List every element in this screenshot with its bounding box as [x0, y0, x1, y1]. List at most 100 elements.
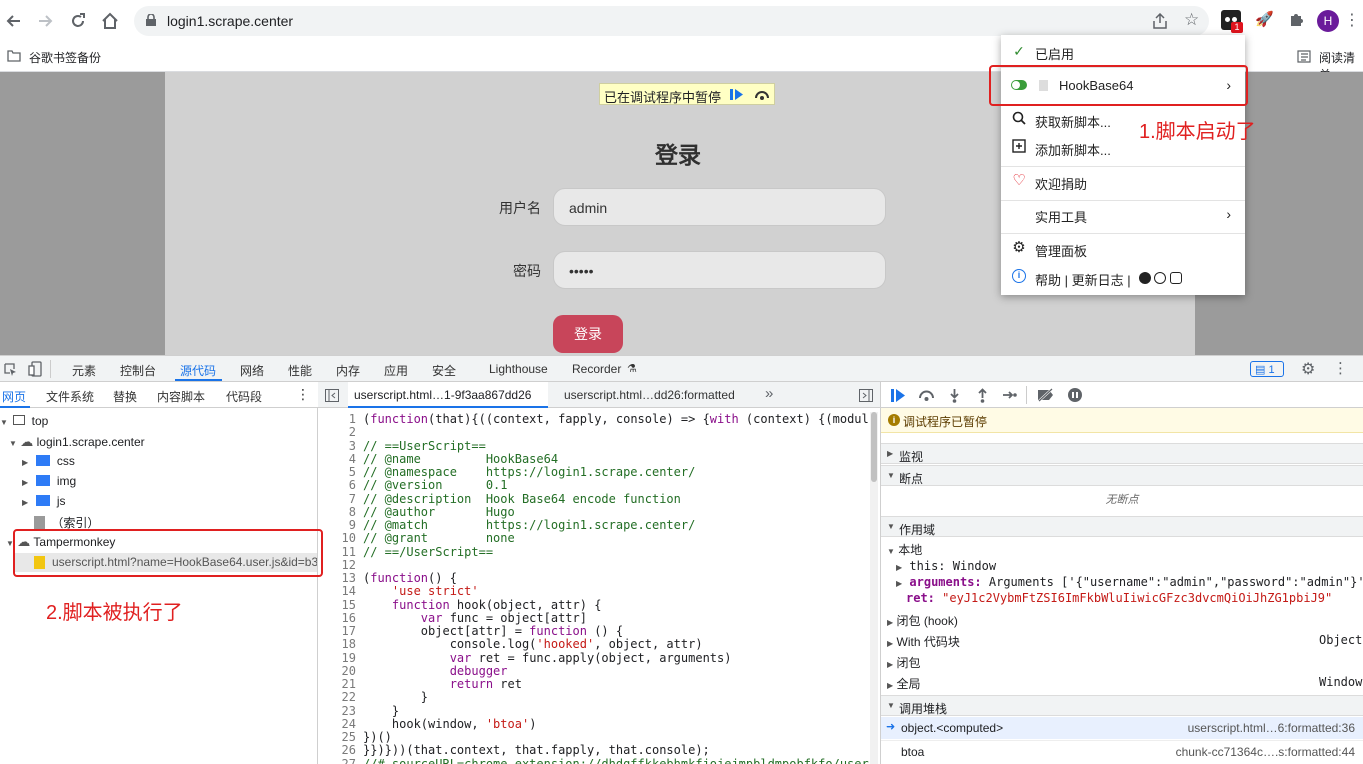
section-breakpoints[interactable]: ▼断点: [881, 465, 1363, 486]
instagram-icon[interactable]: [1170, 272, 1182, 284]
username-field[interactable]: admin: [553, 188, 886, 226]
device-toggle-icon[interactable]: [28, 361, 42, 377]
tab-memory[interactable]: 内存: [336, 362, 360, 379]
section-scope[interactable]: ▼作用域: [881, 516, 1363, 537]
menu-item-help[interactable]: i 帮助 | 更新日志 |: [1001, 265, 1245, 291]
menu-item-dashboard[interactable]: ⚙ 管理面板: [1001, 236, 1245, 262]
tree-item-js[interactable]: ▶ js: [22, 494, 66, 508]
callstack-frame[interactable]: ➜ object.<computed> userscript.html…6:fo…: [881, 717, 1363, 739]
nav-tab-page[interactable]: 网页: [2, 388, 26, 405]
kebab-menu-icon[interactable]: ⋮: [1344, 10, 1360, 30]
menu-item-donate[interactable]: ♡ 欢迎捐助: [1001, 169, 1245, 195]
line-number[interactable]: 1: [318, 413, 356, 426]
url-text[interactable]: login1.scrape.center: [167, 13, 293, 29]
scope-var-ret[interactable]: ret: "eyJ1c2VybmFtZSI6ImFkbWluIiwicGFzc3…: [881, 591, 1363, 605]
scope-var-this[interactable]: ▶ this: Window: [881, 559, 1363, 573]
scope-closure[interactable]: ▶ 闭包: [881, 654, 1363, 671]
scope-closure-hook[interactable]: ▶ 闭包 (hook): [881, 612, 1363, 629]
line-number[interactable]: 19: [318, 652, 356, 665]
bookmark-star-icon[interactable]: ☆: [1184, 10, 1199, 30]
back-icon[interactable]: [2, 9, 26, 33]
scope-global[interactable]: ▶ 全局 Window: [881, 675, 1363, 692]
line-number[interactable]: 21: [318, 678, 356, 691]
more-tabs-icon[interactable]: »: [765, 385, 773, 402]
step-icon[interactable]: [1002, 390, 1017, 400]
step-into-icon[interactable]: [949, 388, 960, 403]
nav-tab-snippets[interactable]: 代码段: [226, 388, 262, 405]
tree-item-top[interactable]: ▼ top: [0, 414, 48, 428]
tab-security[interactable]: 安全: [432, 362, 456, 379]
line-number[interactable]: 24: [318, 718, 356, 731]
menu-item-utilities[interactable]: 实用工具 ›: [1001, 202, 1245, 228]
home-icon[interactable]: [98, 9, 122, 33]
line-number[interactable]: 23: [318, 705, 356, 718]
forward-icon[interactable]: [33, 9, 57, 33]
line-number[interactable]: 4: [318, 453, 356, 466]
scope-local[interactable]: ▼ 本地: [881, 541, 1363, 558]
tampermonkey-extension-icon[interactable]: 1: [1221, 10, 1241, 30]
nav-tab-filesystem[interactable]: 文件系统: [46, 388, 94, 405]
line-number[interactable]: 6: [318, 479, 356, 492]
line-number[interactable]: 2: [318, 426, 356, 439]
password-field[interactable]: •••••: [553, 251, 886, 289]
line-number[interactable]: 25: [318, 731, 356, 744]
section-watch[interactable]: ▶监视: [881, 443, 1363, 464]
editor-tab-formatted[interactable]: userscript.html…dd26:formatted: [564, 388, 735, 402]
tab-recorder[interactable]: Recorder: [572, 362, 621, 376]
issues-badge[interactable]: ▤ 1: [1250, 361, 1284, 377]
line-number[interactable]: 17: [318, 625, 356, 638]
tab-network[interactable]: 网络: [240, 362, 264, 379]
nav-tab-content-scripts[interactable]: 内容脚本: [157, 388, 205, 405]
tab-elements[interactable]: 元素: [72, 362, 96, 379]
facebook-icon[interactable]: [1154, 272, 1166, 284]
source-code[interactable]: (function(that){((context, fapply, conso…: [363, 413, 869, 764]
line-number[interactable]: 15: [318, 599, 356, 612]
settings-gear-icon[interactable]: ⚙: [1301, 359, 1315, 379]
toggle-navigator-icon[interactable]: [325, 389, 339, 402]
tree-item-css[interactable]: ▶ css: [22, 454, 75, 468]
scope-with-block[interactable]: ▶ With 代码块 Object: [881, 633, 1363, 650]
login-button[interactable]: 登录: [553, 315, 623, 353]
more-options-icon[interactable]: ⋮: [296, 386, 310, 403]
pause-on-exceptions-icon[interactable]: [1068, 388, 1082, 402]
line-number[interactable]: 22: [318, 691, 356, 704]
line-number[interactable]: 16: [318, 612, 356, 625]
step-out-icon[interactable]: [977, 388, 988, 403]
line-number[interactable]: 10: [318, 532, 356, 545]
address-bar[interactable]: login1.scrape.center ☆: [134, 6, 1209, 36]
bookmark-folder[interactable]: 谷歌书签备份: [29, 49, 101, 66]
resume-icon[interactable]: [891, 389, 906, 402]
step-over-icon[interactable]: [754, 88, 770, 101]
tree-item-domain[interactable]: ▼ ☁ login1.scrape.center: [9, 434, 145, 450]
inspect-element-icon[interactable]: [4, 363, 17, 376]
scope-var-arguments[interactable]: ▶ arguments: Arguments ['{"username":"ad…: [881, 575, 1363, 589]
line-number[interactable]: 5: [318, 466, 356, 479]
line-number[interactable]: 14: [318, 585, 356, 598]
tab-application[interactable]: 应用: [384, 362, 408, 379]
section-callstack[interactable]: ▼调用堆栈: [881, 695, 1363, 716]
rocket-extension-icon[interactable]: 🚀: [1255, 10, 1274, 28]
share-icon[interactable]: [1153, 13, 1167, 29]
line-number[interactable]: 7: [318, 493, 356, 506]
deactivate-breakpoints-icon[interactable]: [1037, 388, 1055, 402]
line-number[interactable]: 8: [318, 506, 356, 519]
line-number[interactable]: 18: [318, 638, 356, 651]
menu-item-enabled[interactable]: ✓ 已启用: [1001, 39, 1245, 65]
profile-avatar[interactable]: H: [1317, 10, 1339, 32]
resume-icon[interactable]: [730, 88, 744, 101]
github-icon[interactable]: [1139, 272, 1151, 284]
tab-lighthouse[interactable]: Lighthouse: [489, 362, 548, 376]
line-number[interactable]: 12: [318, 559, 356, 572]
line-number[interactable]: 20: [318, 665, 356, 678]
tab-sources[interactable]: 源代码: [180, 362, 216, 379]
editor-tab-active[interactable]: userscript.html…1-9f3aa867dd26: [348, 382, 548, 408]
tree-item-img[interactable]: ▶ img: [22, 474, 76, 488]
tab-console[interactable]: 控制台: [120, 362, 156, 379]
devtools-menu-icon[interactable]: ⋮: [1333, 359, 1348, 377]
line-number[interactable]: 27: [318, 758, 356, 764]
reload-icon[interactable]: [66, 9, 90, 33]
extensions-puzzle-icon[interactable]: [1288, 12, 1304, 28]
line-number[interactable]: 9: [318, 519, 356, 532]
toggle-debugger-icon[interactable]: [859, 389, 873, 402]
line-number[interactable]: 26: [318, 744, 356, 757]
